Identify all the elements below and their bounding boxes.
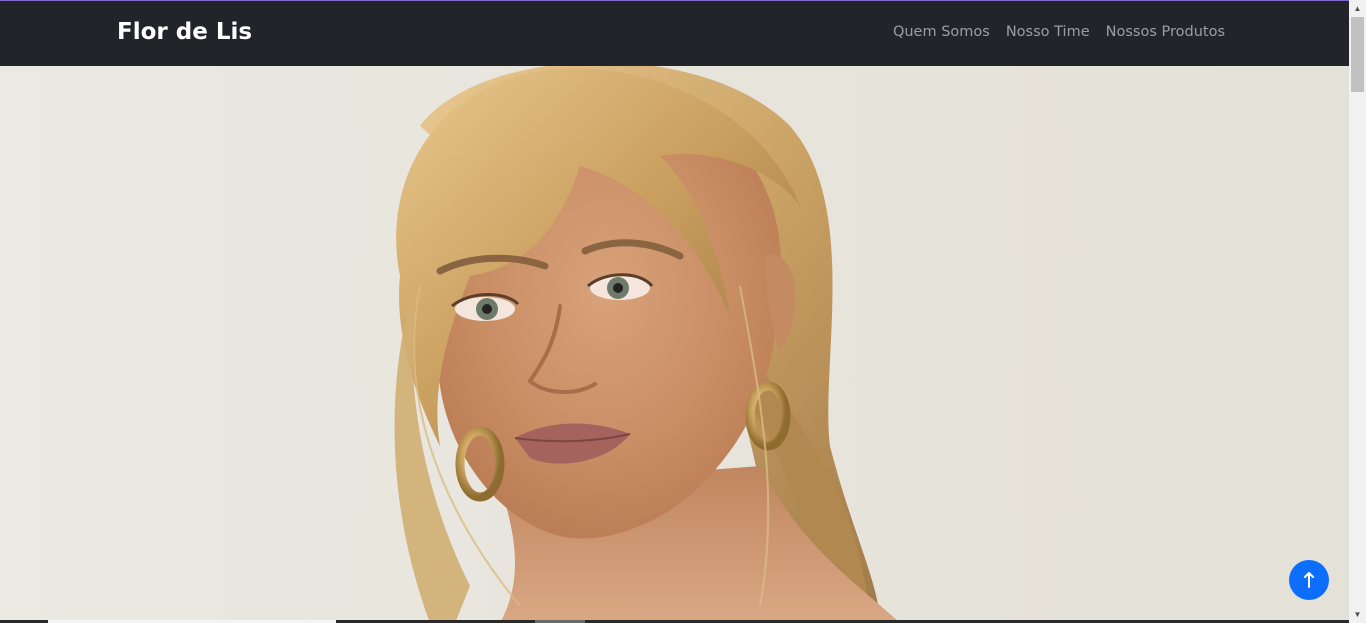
top-accent-line xyxy=(0,0,1349,1)
brand-logo[interactable]: Flor de Lis xyxy=(117,19,252,45)
arrow-up-icon xyxy=(1304,572,1314,588)
hero-portrait-image xyxy=(394,66,900,623)
scroll-up-icon[interactable]: ▲ xyxy=(1349,0,1366,17)
nav-link-quem-somos[interactable]: Quem Somos xyxy=(893,24,990,40)
vertical-scrollbar[interactable]: ▲ ▼ xyxy=(1349,0,1366,623)
nav-link-nosso-time[interactable]: Nosso Time xyxy=(1006,24,1090,40)
scroll-thumb[interactable] xyxy=(1351,17,1364,92)
navbar: Flor de Lis Quem Somos Nosso Time Nossos… xyxy=(0,0,1349,66)
nav-links: Quem Somos Nosso Time Nossos Produtos xyxy=(893,24,1225,40)
scroll-down-icon[interactable]: ▼ xyxy=(1349,606,1366,623)
hero-section xyxy=(0,66,1349,623)
page: Flor de Lis Quem Somos Nosso Time Nossos… xyxy=(0,0,1366,623)
back-to-top-button[interactable] xyxy=(1289,560,1329,600)
nav-link-nossos-produtos[interactable]: Nossos Produtos xyxy=(1106,24,1225,40)
